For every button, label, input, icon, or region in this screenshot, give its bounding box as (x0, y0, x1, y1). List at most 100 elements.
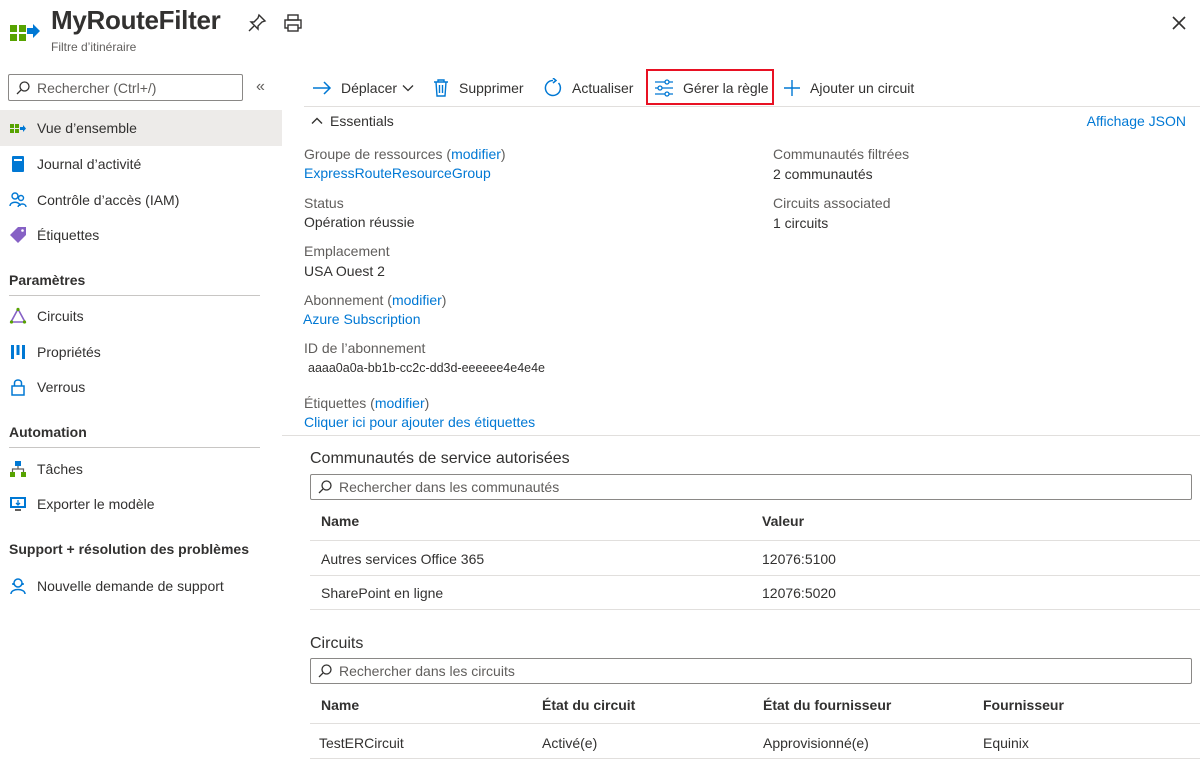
delete-button[interactable]: Supprimer (432, 74, 524, 102)
resource-group-value[interactable]: ExpressRouteResourceGroup (304, 165, 491, 181)
resource-group-modify-link[interactable]: modifier (451, 146, 501, 162)
add-circuit-label: Ajouter un circuit (810, 80, 915, 96)
sidebar-item-label: Contrôle d’accès (IAM) (37, 192, 180, 208)
trash-icon (434, 79, 448, 97)
essentials-label: Essentials (330, 113, 394, 129)
sidebar-item-export-template[interactable]: Exporter le modèle (0, 486, 282, 522)
tags-modify-link[interactable]: modifier (375, 395, 425, 411)
sidebar-item-label: Propriétés (37, 344, 101, 360)
manage-rule-label: Gérer la règle (683, 80, 769, 96)
move-button[interactable]: Déplacer (312, 74, 415, 102)
manage-rule-button[interactable]: Gérer la règle (654, 74, 769, 102)
column-header[interactable]: Valeur (762, 513, 804, 529)
support-icon (9, 577, 27, 595)
lock-icon (9, 378, 27, 396)
add-circuit-button[interactable]: Ajouter un circuit (783, 74, 914, 102)
subscription-label-text: Abonnement (304, 292, 384, 308)
tasks-icon (9, 460, 27, 478)
resource-group-label: Groupe de ressources (modifier) (304, 146, 506, 162)
route-filter-icon (9, 12, 41, 44)
table-cell: SharePoint en ligne (321, 585, 444, 601)
sidebar-group-automation: Automation (9, 424, 87, 440)
sidebar-search-input[interactable] (37, 79, 227, 96)
sidebar-item-circuits[interactable]: Circuits (0, 298, 282, 334)
table-cell[interactable]: TestERCircuit (319, 735, 404, 751)
sidebar-item-tags[interactable]: Étiquettes (0, 217, 282, 253)
divider (304, 106, 1200, 107)
column-header[interactable]: État du fournisseur (763, 697, 891, 713)
sidebar-item-label: Vue d’ensemble (37, 120, 137, 136)
search-icon (318, 480, 332, 494)
table-cell: 12076:5020 (762, 585, 836, 601)
subscription-modify-link[interactable]: modifier (392, 292, 442, 308)
arrow-right-icon (313, 81, 332, 95)
sidebar-item-label: Tâches (37, 461, 83, 477)
resource-group-label-text: Groupe de ressources (304, 146, 443, 162)
sidebar-search[interactable] (8, 74, 243, 101)
add-tags-link[interactable]: Cliquer ici pour ajouter des étiquettes (304, 414, 535, 430)
essentials-toggle[interactable]: Essentials (310, 113, 394, 129)
column-header[interactable]: Name (321, 697, 359, 713)
subscription-value[interactable]: Azure Subscription (303, 311, 421, 327)
sliders-icon (655, 79, 673, 97)
status-value: Opération réussie (304, 214, 415, 230)
column-header[interactable]: État du circuit (542, 697, 635, 713)
subscription-id-value: aaaa0a0a-bb1b-cc2c-dd3d-eeeeee4e4e4e (308, 361, 546, 375)
overview-icon (9, 119, 27, 137)
communities-search-input[interactable] (339, 479, 1179, 495)
close-icon[interactable] (1168, 12, 1190, 34)
sidebar-group-support: Support + résolution des problèmes (9, 541, 249, 557)
print-icon[interactable] (282, 12, 304, 34)
communities-search[interactable] (310, 474, 1192, 500)
delete-label: Supprimer (459, 80, 524, 96)
sidebar-item-label: Nouvelle demande de support (37, 578, 224, 594)
circuits-associated-label: Circuits associated (773, 195, 891, 211)
circuits-search[interactable] (310, 658, 1192, 684)
collapse-sidebar-icon[interactable]: « (256, 78, 274, 96)
export-template-icon (9, 495, 27, 513)
sidebar-item-tasks[interactable]: Tâches (0, 451, 282, 487)
search-icon (16, 80, 30, 94)
sidebar-item-label: Étiquettes (37, 227, 100, 243)
page-title: MyRouteFilter (51, 5, 221, 35)
properties-icon (9, 343, 27, 361)
column-header[interactable]: Name (321, 513, 359, 529)
circuits-icon (9, 307, 27, 325)
location-label: Emplacement (304, 243, 390, 259)
refresh-icon (544, 78, 562, 97)
column-header[interactable]: Fournisseur (983, 697, 1064, 713)
iam-icon (9, 191, 27, 209)
search-icon (318, 664, 332, 678)
sidebar-group-settings: Paramètres (9, 272, 86, 288)
communities-section-title: Communautés de service autorisées (310, 450, 570, 467)
tags-label-text: Étiquettes (304, 395, 367, 411)
json-view-link[interactable]: Affichage JSON (1087, 113, 1186, 129)
subscription-label: Abonnement (modifier) (304, 292, 447, 308)
sidebar-item-locks[interactable]: Verrous (0, 369, 282, 405)
circuits-search-input[interactable] (339, 663, 1179, 679)
sidebar-item-label: Exporter le modèle (37, 496, 155, 512)
plus-icon (784, 80, 800, 96)
pin-icon[interactable] (246, 12, 268, 34)
location-value: USA Ouest 2 (304, 263, 385, 279)
sidebar-item-label: Circuits (37, 308, 84, 324)
table-cell: Equinix (983, 735, 1029, 751)
sidebar-item-activity-log[interactable]: Journal d’activité (0, 146, 282, 182)
circuits-section-title: Circuits (310, 635, 364, 652)
table-cell: Approvisionné(e) (763, 735, 869, 751)
refresh-button[interactable]: Actualiser (543, 74, 633, 102)
sidebar-item-iam[interactable]: Contrôle d’accès (IAM) (0, 182, 282, 218)
page-subtitle: Filtre d’itinéraire (51, 40, 137, 54)
table-cell: 12076:5100 (762, 551, 836, 567)
communities-label: Communautés filtrées (773, 146, 910, 162)
activity-log-icon (9, 155, 27, 173)
sidebar-item-new-support-request[interactable]: Nouvelle demande de support (0, 568, 282, 604)
sidebar-item-properties[interactable]: Propriétés (0, 334, 282, 370)
divider (310, 575, 1200, 576)
sidebar-item-overview[interactable]: Vue d’ensemble (0, 110, 282, 146)
circuits-associated-value: 1 circuits (773, 215, 829, 231)
table-cell: Autres services Office 365 (321, 551, 485, 567)
divider (310, 758, 1200, 759)
sidebar-item-label: Verrous (37, 379, 86, 395)
divider (9, 447, 260, 448)
